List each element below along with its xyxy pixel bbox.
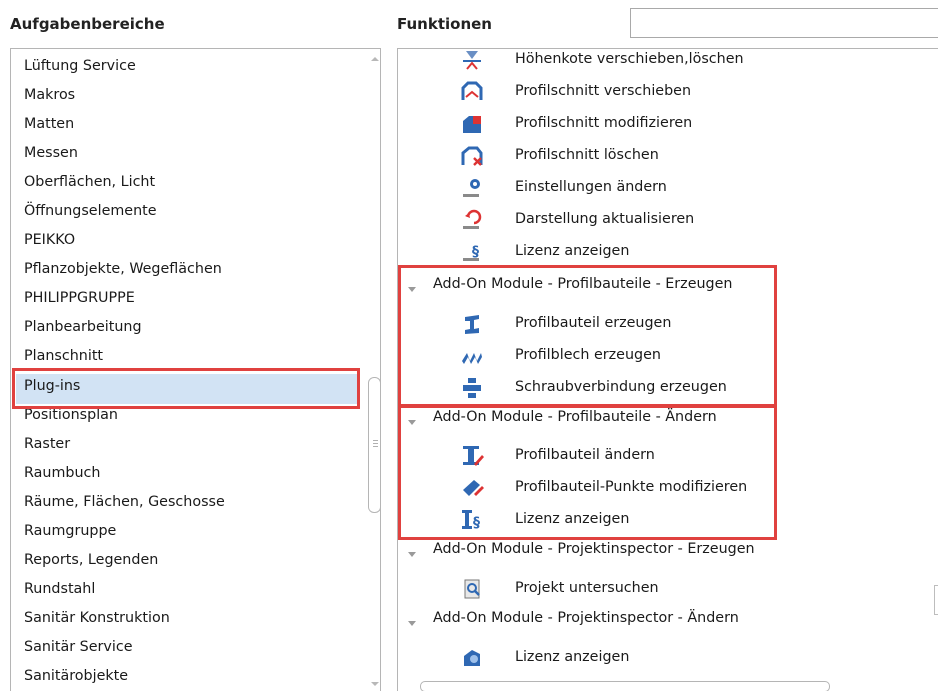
plug-ins-highlight-box [12,368,360,409]
section-delete-icon [461,146,483,166]
function-item[interactable]: Lizenz anzeigen [515,649,629,665]
list-item[interactable]: Makros [24,87,75,103]
license-icon: § [463,244,479,261]
list-item[interactable]: Positionsplan [24,407,118,423]
list-item[interactable]: Messen [24,145,78,161]
list-item[interactable]: Sanitärobjekte [24,668,128,684]
list-item[interactable]: Planschnitt [24,348,103,364]
left-scrollbar-thumb[interactable] [368,377,380,513]
function-item[interactable]: Profilschnitt verschieben [515,83,691,99]
list-item[interactable]: Planbearbeitung [24,319,142,335]
list-item[interactable]: Oberflächen, Licht [24,174,155,190]
list-item[interactable]: Pflanzobjekte, Wegeflächen [24,261,222,277]
section-modify-icon [463,116,481,133]
function-item[interactable]: Höhenkote verschieben,löschen [515,51,744,67]
list-item[interactable]: Raumbuch [24,465,100,481]
function-item[interactable]: Lizenz anzeigen [515,243,629,259]
list-item[interactable]: Lüftung Service [24,58,136,74]
task-areas-header: Aufgabenbereiche [10,15,165,33]
function-item[interactable]: Profilschnitt modifizieren [515,115,692,131]
group-aendern-highlight-box [398,405,777,540]
settings-gear-icon [463,179,480,197]
scroll-up-arrow[interactable] [371,57,379,61]
list-item[interactable]: Sanitär Service [24,639,133,655]
collapse-arrow-icon[interactable] [408,621,416,626]
list-item[interactable]: Reports, Legenden [24,552,158,568]
list-item[interactable]: Rundstahl [24,581,95,597]
list-item[interactable]: PHILIPPGRUPPE [24,290,135,306]
functions-header: Funktionen [397,15,492,33]
group-erzeugen-highlight-box [398,265,777,407]
list-item[interactable]: Sanitär Konstruktion [24,610,170,626]
list-item[interactable]: Raster [24,436,70,452]
tree-right-edge [934,585,938,615]
height-marker-icon [463,51,481,70]
list-item[interactable]: Öffnungselemente [24,203,157,219]
list-item[interactable]: PEIKKO [24,232,75,248]
function-item[interactable]: Darstellung aktualisieren [515,211,694,227]
list-item[interactable]: Raumgruppe [24,523,116,539]
scroll-down-arrow[interactable] [371,682,379,686]
group-header[interactable]: Add-On Module - Projektinspector - Erzeu… [433,541,755,557]
function-item[interactable]: Einstellungen ändern [515,179,667,195]
collapse-arrow-icon[interactable] [408,552,416,557]
section-move-icon [461,81,483,100]
list-item[interactable]: Matten [24,116,74,132]
refresh-icon [463,209,482,229]
group-header[interactable]: Add-On Module - Projektinspector - Änder… [433,610,739,626]
list-item[interactable]: Räume, Flächen, Geschosse [24,494,225,510]
search-input[interactable] [630,8,938,38]
project-inspect-icon [464,579,480,599]
function-item[interactable]: Profilschnitt löschen [515,147,659,163]
horizontal-scrollbar-thumb[interactable] [420,681,830,691]
inspector-license-icon [464,650,480,666]
svg-text:§: § [472,244,479,260]
function-item[interactable]: Projekt untersuchen [515,580,659,596]
